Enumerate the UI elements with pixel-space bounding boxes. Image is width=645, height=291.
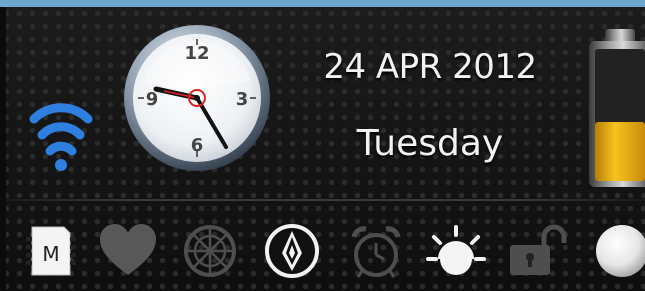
analog-clock[interactable]: 12 3 6 9 [122, 23, 272, 173]
clock-numeral-9: 9 [146, 89, 159, 110]
sync-icon[interactable] [178, 219, 242, 283]
clock-numeral-12: 12 [184, 43, 209, 64]
battery-icon[interactable] [585, 29, 645, 187]
wifi-icon[interactable] [26, 93, 96, 175]
alarm-clock-icon[interactable] [344, 219, 408, 283]
divider [0, 199, 645, 201]
toggle-toolbar: M [0, 205, 645, 291]
day-label[interactable]: Tuesday [300, 123, 560, 164]
round-button-icon[interactable] [590, 219, 645, 283]
heart-icon[interactable] [96, 219, 160, 283]
date-label[interactable]: 24 APR 2012 [300, 47, 560, 87]
lock-icon[interactable] [504, 219, 568, 283]
power-widget: 12 3 6 9 24 APR 2012 Tuesday M [0, 7, 645, 291]
clock-numeral-3: 3 [236, 89, 249, 110]
battery-level-fill [595, 122, 645, 181]
compass-icon[interactable] [260, 219, 324, 283]
sd-card-icon[interactable]: M [18, 219, 82, 283]
brightness-icon[interactable] [424, 219, 488, 283]
sd-card-label: M [42, 242, 59, 266]
clock-numeral-6: 6 [191, 135, 204, 156]
status-panel: 12 3 6 9 24 APR 2012 Tuesday [0, 7, 645, 199]
